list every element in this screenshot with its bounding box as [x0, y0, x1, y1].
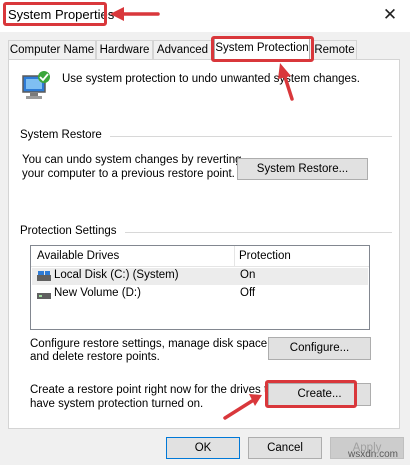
- annotation-arrows: [110, 7, 294, 420]
- arrow-to-title: [110, 7, 160, 21]
- arrow-to-create: [223, 394, 262, 420]
- arrow-to-tab: [278, 63, 294, 101]
